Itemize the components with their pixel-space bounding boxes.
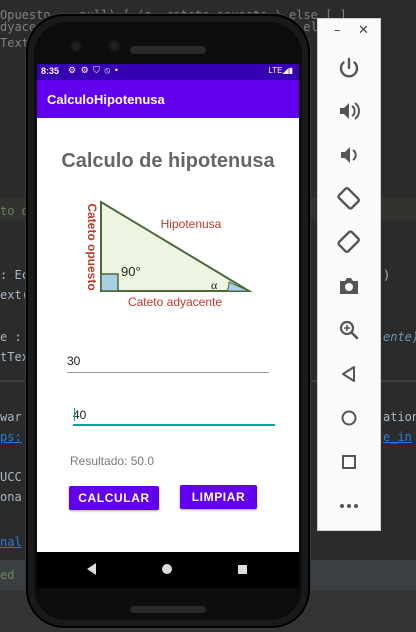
- limpiar-button[interactable]: LIMPIAR: [180, 485, 257, 509]
- emulator-toolbar: – ✕: [317, 18, 381, 531]
- phone-speaker: [130, 46, 206, 54]
- ide-code-line[interactable]: nal: [0, 535, 22, 549]
- label-cateto-opuesto: Cateto opuesto: [85, 203, 99, 290]
- minimize-button[interactable]: –: [334, 23, 341, 38]
- device-screen: 8:35 ⚙ ⚙ ⛉ ⦸ • LTE◢▮ CalculoHipotenusa C…: [37, 64, 299, 588]
- ide-code-line: UCC: [0, 470, 22, 484]
- notification-icons: ⚙ ⚙ ⛉ ⦸ •: [68, 65, 119, 75]
- calcular-button[interactable]: CALCULAR: [69, 486, 159, 510]
- ide-code-line: ): [383, 268, 391, 282]
- label-cateto-adyacente: Cateto adyacente: [128, 295, 222, 309]
- label-hipotenusa: Hipotenusa: [161, 217, 222, 231]
- camera-icon[interactable]: [334, 271, 364, 301]
- back-icon[interactable]: [87, 563, 96, 575]
- label-alpha: α: [211, 278, 218, 292]
- more-options-icon[interactable]: [334, 491, 364, 521]
- rotate-left-icon[interactable]: [334, 183, 364, 213]
- triangle-diagram: Cateto opuesto Hipotenusa Cateto adyacen…: [85, 200, 253, 309]
- home-icon[interactable]: [162, 564, 172, 574]
- ide-code-line: ente): [383, 330, 416, 344]
- ide-code-line: ext(: [0, 288, 29, 302]
- sensor-icon: [108, 40, 120, 52]
- ide-code-line: to d: [0, 204, 29, 218]
- status-bar: 8:35 ⚙ ⚙ ⛉ ⦸ • LTE◢▮: [37, 64, 299, 80]
- emulator-window-controls: – ✕: [318, 19, 382, 45]
- signal-battery-icon: LTE◢▮: [268, 66, 293, 75]
- volume-up-icon[interactable]: [334, 96, 364, 126]
- ide-code-line: : Ec: [0, 268, 29, 282]
- ide-code-line: tTex: [0, 350, 29, 364]
- back-icon[interactable]: [334, 359, 364, 389]
- ide-code-line: ation: [383, 410, 416, 424]
- ide-code-line: war: [0, 410, 22, 424]
- zoom-icon[interactable]: [334, 315, 364, 345]
- result-label: Resultado: 50.0: [70, 454, 155, 468]
- recents-icon[interactable]: [238, 565, 247, 574]
- cateto-opuesto-value: 30: [67, 354, 81, 368]
- ide-code-line[interactable]: ps:: [0, 430, 22, 444]
- status-time: 8:35: [41, 66, 60, 76]
- text-cursor: [74, 408, 75, 421]
- overview-icon[interactable]: [334, 447, 364, 477]
- close-button[interactable]: ✕: [358, 23, 369, 38]
- app-title: CalculoHipotenusa: [47, 92, 165, 107]
- cateto-adyacente-value: 40: [73, 408, 87, 422]
- power-icon[interactable]: [334, 53, 364, 83]
- front-camera-icon: [70, 40, 82, 52]
- app-bar: CalculoHipotenusa: [37, 80, 299, 118]
- ide-code-line: e :: [0, 330, 22, 344]
- navigation-bar: [37, 552, 299, 588]
- page-title: Calculo de hipotenusa: [61, 150, 275, 172]
- rotate-right-icon[interactable]: [334, 227, 364, 257]
- phone-speaker-bottom: [130, 606, 206, 613]
- ide-code-line[interactable]: e_in: [383, 430, 412, 444]
- ide-code-line: ona: [0, 490, 22, 504]
- right-angle-marker: [100, 273, 119, 292]
- volume-down-icon[interactable]: [334, 140, 364, 170]
- label-90-degrees: 90°: [121, 264, 141, 279]
- cateto-opuesto-input[interactable]: 30: [67, 352, 269, 373]
- ide-code-line: ed: [0, 568, 15, 582]
- home-icon[interactable]: [334, 403, 364, 433]
- cateto-adyacente-input[interactable]: 40: [73, 404, 275, 426]
